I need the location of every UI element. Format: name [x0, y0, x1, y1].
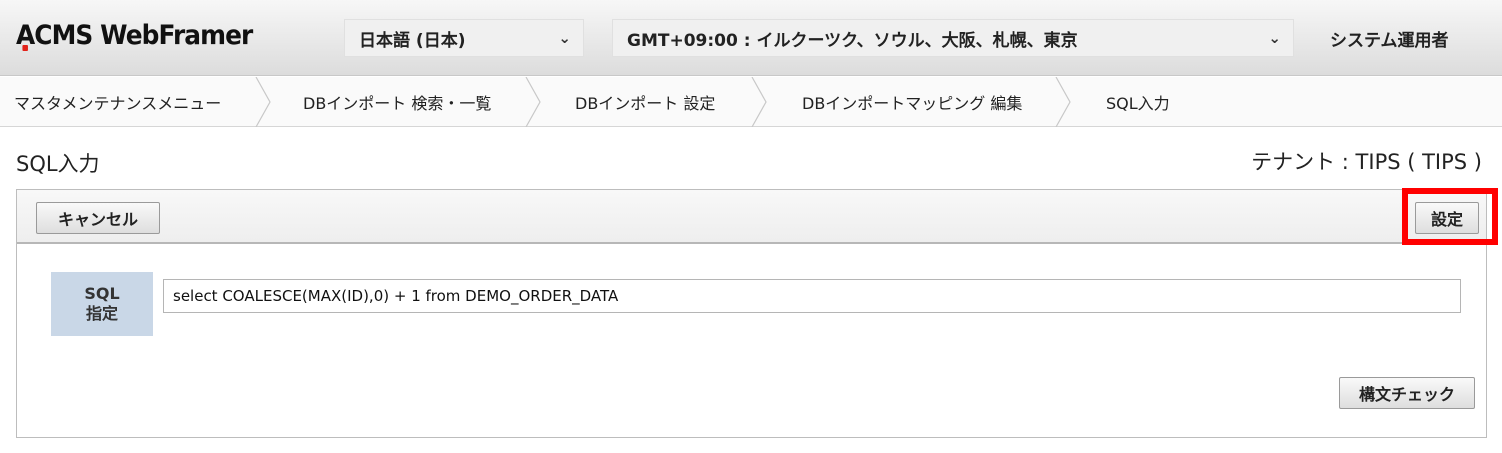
sql-input[interactable] [163, 279, 1461, 313]
breadcrumb: マスタメンテナンスメニュー DBインポート 検索・一覧 DBインポート 設定 D… [0, 77, 1502, 127]
app-header: ACMS WebFramer 日本語 (日本) ⌄ GMT+09:00 : イル… [0, 0, 1502, 76]
sql-label-line2: 指定 [85, 304, 118, 323]
sql-panel: キャンセル 設定 SQL 指定 構文チェック [16, 188, 1498, 438]
language-select-value: 日本語 (日本) [359, 30, 466, 51]
chevron-right-icon [751, 77, 767, 127]
breadcrumb-item-db-import-mapping[interactable]: DBインポートマッピング 編集 [802, 77, 1022, 127]
language-select[interactable]: 日本語 (日本) ⌄ [344, 19, 584, 57]
logo-red-dot [22, 45, 28, 51]
tenant-label: テナント : TIPS ( TIPS ) [1251, 150, 1482, 174]
timezone-select[interactable]: GMT+09:00 : イルクーツク、ソウル、大阪、札幌、東京 ⌄ [612, 19, 1294, 57]
chevron-right-icon [255, 77, 271, 127]
chevron-right-icon [1055, 77, 1071, 127]
breadcrumb-item-db-import-setting[interactable]: DBインポート 設定 [575, 77, 715, 127]
breadcrumb-item-master-menu[interactable]: マスタメンテナンスメニュー [14, 77, 221, 127]
panel-toolbar: キャンセル 設定 [17, 188, 1498, 245]
setting-button[interactable]: 設定 [1415, 202, 1479, 234]
syntax-check-button[interactable]: 構文チェック [1339, 377, 1475, 409]
user-name[interactable]: システム運用者 [1330, 26, 1449, 51]
cancel-button[interactable]: キャンセル [36, 202, 160, 234]
chevron-down-icon: ⌄ [1268, 29, 1281, 47]
sql-field-label: SQL 指定 [51, 272, 153, 336]
chevron-right-icon [525, 77, 541, 127]
page-title: SQL入力 [16, 152, 100, 176]
timezone-select-value: GMT+09:00 : イルクーツク、ソウル、大阪、札幌、東京 [627, 30, 1078, 51]
breadcrumb-item-db-import-search[interactable]: DBインポート 検索・一覧 [303, 77, 491, 127]
chevron-down-icon: ⌄ [558, 29, 571, 47]
logo-text: ACMS WebFramer [16, 20, 253, 51]
app-logo: ACMS WebFramer [16, 20, 253, 51]
breadcrumb-item-sql-input: SQL入力 [1106, 94, 1170, 113]
sql-label-line1: SQL [84, 284, 120, 303]
